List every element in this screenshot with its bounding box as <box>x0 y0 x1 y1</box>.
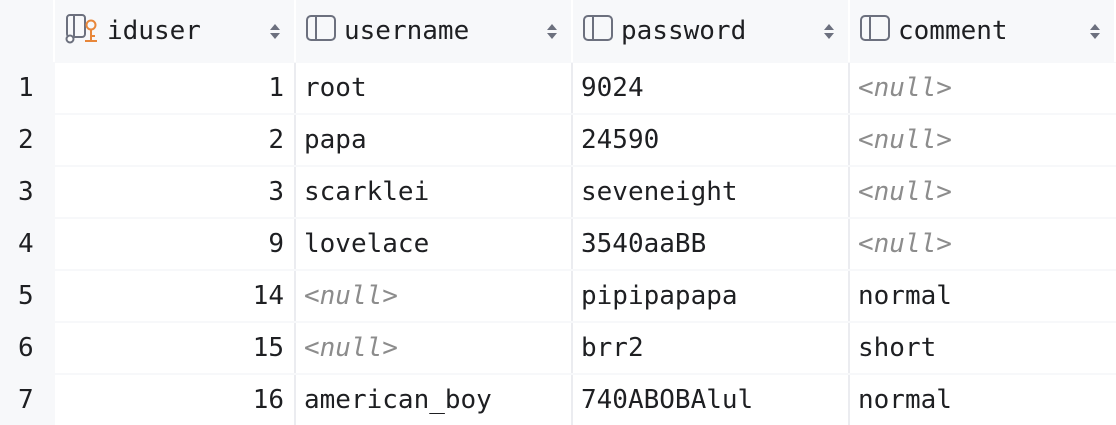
column-icon <box>860 14 890 48</box>
table-row[interactable]: 4 9 lovelace 3540aaBB <null> <box>0 219 1116 269</box>
row-number-header <box>0 0 55 62</box>
row-number[interactable]: 1 <box>0 63 55 113</box>
row-number[interactable]: 4 <box>0 219 55 269</box>
cell-username[interactable]: scarklei <box>296 167 573 217</box>
row-number[interactable]: 2 <box>0 115 55 165</box>
cell-username[interactable]: <null> <box>296 271 573 321</box>
column-icon <box>583 14 613 48</box>
column-header-password[interactable]: password <box>573 0 850 62</box>
row-number[interactable]: 6 <box>0 323 55 373</box>
column-header-comment[interactable]: comment <box>850 0 1116 62</box>
cell-comment[interactable]: normal <box>850 271 1116 321</box>
cell-iduser[interactable]: 1 <box>55 63 296 113</box>
cell-comment[interactable]: normal <box>850 375 1116 425</box>
cell-iduser[interactable]: 3 <box>55 167 296 217</box>
table-row[interactable]: 6 15 <null> brr2 short <box>0 323 1116 373</box>
cell-password[interactable]: seveneight <box>573 167 850 217</box>
cell-username[interactable]: <null> <box>296 323 573 373</box>
cell-iduser[interactable]: 14 <box>55 271 296 321</box>
sort-arrows-icon[interactable] <box>547 23 557 39</box>
table-row[interactable]: 2 2 papa 24590 <null> <box>0 115 1116 165</box>
cell-comment[interactable]: <null> <box>850 115 1116 165</box>
row-number[interactable]: 7 <box>0 375 55 425</box>
sort-arrows-icon[interactable] <box>270 23 280 39</box>
cell-iduser[interactable]: 15 <box>55 323 296 373</box>
cell-password[interactable]: pipipapapa <box>573 271 850 321</box>
cell-password[interactable]: 3540aaBB <box>573 219 850 269</box>
column-label: password <box>621 16 747 46</box>
cell-comment[interactable]: <null> <box>850 167 1116 217</box>
cell-comment[interactable]: <null> <box>850 63 1116 113</box>
cell-username[interactable]: root <box>296 63 573 113</box>
table-row[interactable]: 5 14 <null> pipipapapa normal <box>0 271 1116 321</box>
cell-comment[interactable]: <null> <box>850 219 1116 269</box>
cell-password[interactable]: 24590 <box>573 115 850 165</box>
cell-password[interactable]: 740ABOBAlul <box>573 375 850 425</box>
column-label: username <box>344 16 470 46</box>
header-row: iduser username password comment <box>0 0 1116 62</box>
column-header-username[interactable]: username <box>296 0 573 62</box>
column-header-iduser[interactable]: iduser <box>55 0 296 62</box>
column-icon <box>306 14 336 48</box>
cell-iduser[interactable]: 16 <box>55 375 296 425</box>
cell-username[interactable]: american_boy <box>296 375 573 425</box>
cell-password[interactable]: 9024 <box>573 63 850 113</box>
column-label: comment <box>898 16 1008 46</box>
row-number[interactable]: 5 <box>0 271 55 321</box>
primary-key-column-icon <box>65 12 99 51</box>
sort-arrows-icon[interactable] <box>824 23 834 39</box>
result-grid: iduser username password comment 1 1 roo… <box>0 0 1116 425</box>
table-row[interactable]: 7 16 american_boy 740ABOBAlul normal <box>0 375 1116 425</box>
row-number[interactable]: 3 <box>0 167 55 217</box>
cell-comment[interactable]: short <box>850 323 1116 373</box>
cell-password[interactable]: brr2 <box>573 323 850 373</box>
cell-username[interactable]: lovelace <box>296 219 573 269</box>
table-row[interactable]: 3 3 scarklei seveneight <null> <box>0 167 1116 217</box>
sort-arrows-icon[interactable] <box>1090 23 1100 39</box>
cell-username[interactable]: papa <box>296 115 573 165</box>
cell-iduser[interactable]: 9 <box>55 219 296 269</box>
column-label: iduser <box>107 16 201 46</box>
cell-iduser[interactable]: 2 <box>55 115 296 165</box>
table-row[interactable]: 1 1 root 9024 <null> <box>0 63 1116 113</box>
